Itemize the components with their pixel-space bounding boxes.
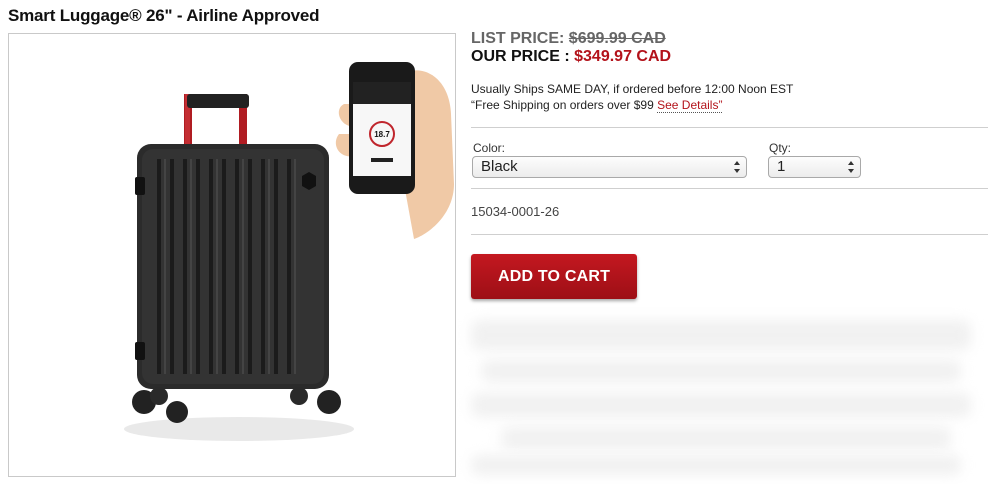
free-shipping-line: “Free Shipping on orders over $99 See De…: [471, 97, 793, 113]
product-image[interactable]: 18.7: [8, 33, 456, 477]
color-label: Color:: [473, 141, 506, 155]
product-sku: 15034-0001-26: [471, 204, 560, 219]
our-price: OUR PRICE : $349.97 CAD: [471, 48, 991, 66]
divider: [471, 234, 988, 235]
divider: [471, 127, 988, 128]
divider: [471, 188, 988, 189]
list-price-value: $699.99 CAD: [568, 30, 666, 47]
add-to-cart-button[interactable]: ADD TO CART: [471, 254, 637, 299]
luggage-illustration: 18.7: [124, 62, 454, 441]
our-price-label: OUR PRICE :: [471, 48, 570, 65]
shipping-info: Usually Ships SAME DAY, if ordered befor…: [471, 81, 793, 113]
select-arrows-icon: [848, 161, 854, 173]
list-price: LIST PRICE: $699.99 CAD: [471, 30, 991, 48]
qty-select[interactable]: 1: [768, 156, 861, 178]
blurred-content: [471, 315, 991, 480]
qty-select-value: 1: [777, 158, 786, 175]
our-price-value: $349.97 CAD: [574, 48, 672, 65]
color-select[interactable]: Black: [472, 156, 747, 178]
qty-label: Qty:: [769, 141, 792, 155]
free-shipping-text: “Free Shipping on orders over $99: [471, 98, 658, 112]
phone-reading: 18.7: [374, 130, 390, 139]
color-select-value: Black: [481, 158, 518, 175]
select-arrows-icon: [734, 161, 740, 173]
see-details-link[interactable]: See Details”: [657, 98, 723, 113]
product-title: Smart Luggage® 26" - Airline Approved: [8, 6, 320, 25]
price-block: LIST PRICE: $699.99 CAD OUR PRICE : $349…: [471, 30, 991, 66]
list-price-label: LIST PRICE:: [471, 30, 565, 47]
ships-same-day: Usually Ships SAME DAY, if ordered befor…: [471, 82, 794, 96]
